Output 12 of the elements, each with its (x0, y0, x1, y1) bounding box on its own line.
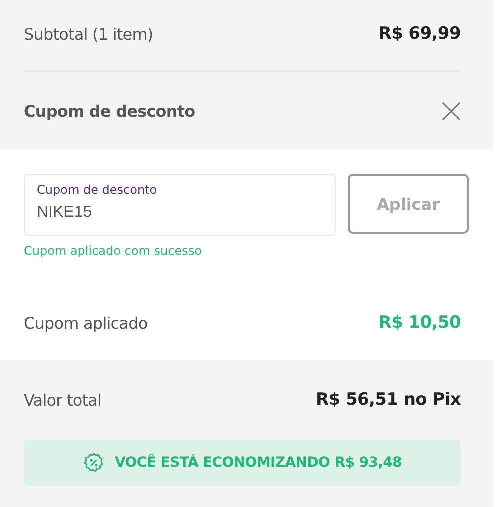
total-label: Valor total (24, 390, 102, 410)
total-value: R$ 56,51 no Pix (316, 390, 461, 410)
discount-badge-icon (83, 452, 105, 474)
success-message: Cupom aplicado com sucesso (24, 244, 203, 258)
section-title: Cupom de desconto (24, 102, 196, 120)
subtotal-label: Subtotal (1 item) (24, 24, 154, 44)
applied-coupon-label: Cupom aplicado (24, 314, 148, 332)
savings-text: VOCÊ ESTÁ ECONOMIZANDO R$ 93,48 (115, 455, 402, 471)
subtotal-value: R$ 69,99 (378, 24, 461, 44)
close-icon[interactable] (442, 102, 461, 120)
field-label: Cupom de desconto (37, 183, 158, 197)
discount-value: R$ 10,50 (378, 313, 461, 333)
